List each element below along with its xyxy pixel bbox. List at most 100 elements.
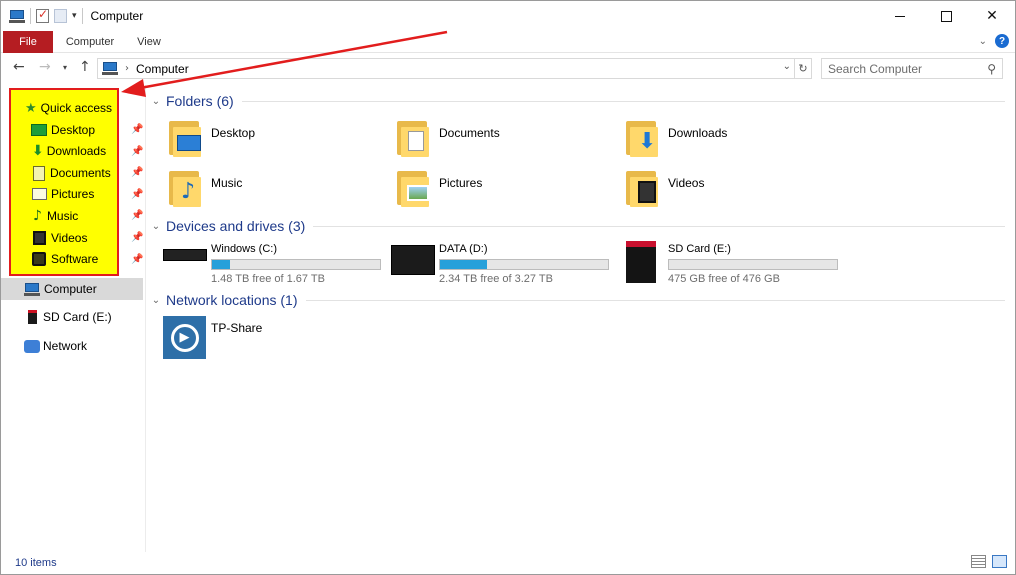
help-icon[interactable]: ? [995,34,1009,48]
sidebar-item-label: Desktop [51,123,96,137]
minimize-button[interactable] [877,1,923,31]
group-header-folders[interactable]: ⌄ Folders (6) [149,91,1007,111]
address-field[interactable]: › Computer ⌄ [97,58,795,79]
folder-tile-pictures[interactable]: Pictures [377,169,597,213]
sidebar-item-label: Documents [50,166,111,180]
chevron-down-icon[interactable]: ⌄ [783,61,791,72]
computer-icon [24,282,40,296]
recent-locations-icon[interactable]: ▾ [63,63,67,72]
folder-tile-documents[interactable]: Documents [377,119,597,163]
pin-icon[interactable]: 📌 [131,254,143,265]
group-title: Network locations (1) [166,292,298,308]
pin-icon[interactable]: 📌 [131,167,143,178]
new-folder-icon[interactable] [54,9,67,23]
sidebar-item-computer[interactable]: Computer [24,279,97,299]
pin-icon[interactable]: 📌 [131,210,143,221]
sidebar-item-label: SD Card (E:) [43,310,112,324]
videos-icon [33,231,46,245]
window-title: Computer [90,9,144,23]
drive-usage-bar [439,259,609,270]
sidebar-item-documents[interactable]: Documents [33,163,111,183]
refresh-button[interactable]: ↻ [795,58,812,79]
address-bar-row: ← → ▾ ↑ › Computer ⌄ ↻ ⚲ [1,53,1015,83]
documents-icon [33,165,45,181]
drive-free-space: 475 GB free of 476 GB [668,273,780,285]
folder-tile-desktop[interactable]: Desktop [149,119,369,163]
sidebar-item-software[interactable]: Software [32,249,98,269]
drive-usage-bar [211,259,381,270]
customize-toolbar-icon[interactable]: ▾ [72,11,77,21]
network-location-tile[interactable]: ▶ TP-Share [163,316,363,360]
tab-computer[interactable]: Computer [56,31,124,53]
status-bar: 10 items [1,552,1015,574]
sidebar-item-pictures[interactable]: Pictures [32,184,94,204]
chevron-right-icon[interactable]: › [125,63,129,74]
drive-free-space: 1.48 TB free of 1.67 TB [211,273,325,285]
drive-name: Windows (C:) [211,243,278,255]
sidebar-item-label: Music [46,209,79,223]
expand-ribbon-icon[interactable]: ⌄ [979,36,987,47]
collapse-icon[interactable]: ⌄ [149,295,163,306]
drive-tile-data[interactable]: DATA (D:) 2.34 TB free of 3.27 TB [377,241,609,285]
network-location-name: TP-Share [211,321,263,335]
star-icon: ★ [25,100,37,116]
folder-name: Videos [668,176,705,190]
folder-icon [397,169,433,207]
ribbon-options: ⌄ ? [979,34,1009,48]
folder-icon [169,119,205,157]
item-count: 10 items [15,557,57,569]
sidebar-item-label: Network [43,339,88,353]
large-icons-view-button[interactable] [992,555,1007,568]
group-header-network[interactable]: ⌄ Network locations (1) [149,290,1007,310]
forward-arrow-icon[interactable]: → [39,59,51,75]
pin-icon[interactable]: 📌 [131,189,143,200]
sidebar-item-sd-card[interactable]: SD Card (E:) [28,307,112,327]
folder-tile-videos[interactable]: Videos [606,169,826,213]
group-title: Devices and drives (3) [166,218,306,234]
pin-icon[interactable]: 📌 [131,232,143,243]
sidebar-item-music[interactable]: ♪ Music [33,206,78,226]
sidebar-item-label: Videos [51,231,88,245]
search-icon[interactable]: ⚲ [987,62,996,76]
folder-icon [626,169,662,207]
sidebar-item-desktop[interactable]: Desktop [31,120,95,140]
search-box[interactable]: ⚲ [821,58,1003,79]
drive-usage-bar [668,259,838,270]
properties-icon[interactable] [36,7,49,23]
sidebar-item-quick-access[interactable]: ★ Quick access [25,98,112,118]
sidebar-item-videos[interactable]: Videos [33,228,87,248]
pin-icon[interactable]: 📌 [131,146,143,157]
up-arrow-icon[interactable]: ↑ [79,59,91,75]
group-header-devices[interactable]: ⌄ Devices and drives (3) [149,216,1007,236]
collapse-icon[interactable]: ⌄ [149,96,163,107]
folder-tile-downloads[interactable]: ⬇ Downloads [606,119,826,163]
sidebar-item-label: Computer [44,282,97,296]
close-button[interactable]: ✕ [969,1,1015,31]
search-input[interactable] [828,61,983,76]
collapse-icon[interactable]: ⌄ [149,221,163,232]
computer-icon [102,62,118,75]
folder-name: Documents [439,126,500,140]
drive-name: DATA (D:) [439,243,488,255]
drive-tile-windows[interactable]: Windows (C:) 1.48 TB free of 1.67 TB [149,241,381,285]
pin-icon[interactable]: 📌 [131,124,143,135]
folder-name: Pictures [439,176,483,190]
sidebar-item-downloads[interactable]: ⬇ Downloads [32,141,106,161]
toolbar-divider [30,8,31,24]
maximize-button[interactable] [923,1,969,31]
tab-view[interactable]: View [129,31,169,53]
drive-name: SD Card (E:) [668,243,731,255]
breadcrumb[interactable]: Computer [136,62,189,76]
back-arrow-icon[interactable]: ← [13,59,25,75]
details-view-button[interactable] [971,555,986,568]
network-icon [24,339,40,353]
tab-file[interactable]: File [3,31,53,53]
sd-card-icon [28,310,37,324]
view-switcher [971,555,1007,568]
drive-tile-sd-card[interactable]: SD Card (E:) 475 GB free of 476 GB [606,241,838,285]
explorer-window: ▾ Computer ✕ File Computer View ⌄ ? ← → … [0,0,1016,575]
sidebar-item-network[interactable]: Network [24,336,87,356]
folder-tile-music[interactable]: ♪ Music [149,169,369,213]
music-icon: ♪ [33,208,42,224]
ssd-drive-icon [391,245,435,275]
